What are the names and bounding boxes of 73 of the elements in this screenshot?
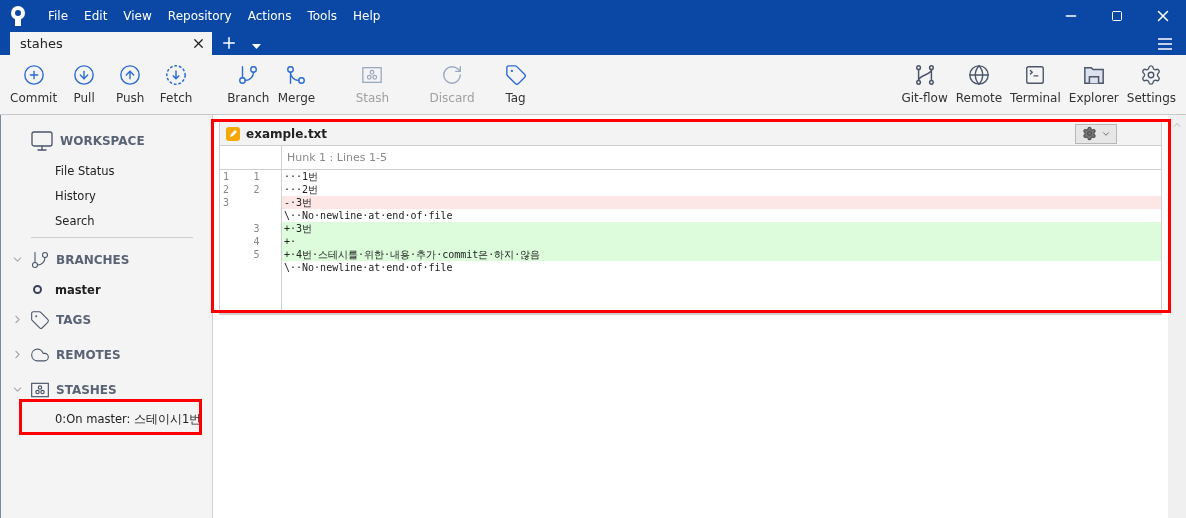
file-name: example.txt (246, 126, 329, 141)
menu-item[interactable]: View (115, 9, 160, 23)
toolbar-button[interactable]: Terminal (1006, 64, 1065, 105)
sidebar-section-header[interactable]: WORKSPACE (1, 123, 212, 158)
close-icon[interactable] (191, 36, 206, 51)
branch-icon (237, 64, 260, 86)
sidebar-section-header[interactable]: BRANCHES (1, 242, 212, 277)
sidebar-item[interactable]: History (1, 183, 212, 208)
toolbar-button[interactable]: Branch (223, 64, 274, 105)
code-text: +·3번 (283, 222, 313, 235)
sidebar-section-header[interactable]: REMOTES (1, 337, 212, 372)
menu-item[interactable]: Repository (159, 9, 240, 23)
toolbar-button[interactable]: Push (107, 64, 154, 105)
current-branch-icon (33, 285, 42, 294)
terminal-icon (1024, 64, 1047, 86)
folder-icon (1082, 64, 1105, 86)
code-text: ···2번 (283, 183, 319, 196)
settings-icon (1140, 64, 1163, 86)
sidebar-item[interactable]: 0:On master: 스테이시1번 (1, 407, 212, 432)
hunk-header: Hunk 1 : Lines 1-5 (286, 151, 387, 164)
menu-item[interactable]: Edit (76, 9, 116, 23)
sidebar-item[interactable]: Search (1, 208, 212, 233)
menu-item[interactable]: Help (345, 9, 389, 23)
line-number: 2 (223, 184, 230, 195)
toolbar-button[interactable]: Merge (273, 64, 320, 105)
toolbar-button[interactable]: Tag (492, 64, 539, 105)
toolbar-button[interactable]: Fetch (153, 64, 200, 105)
code-text: \··No·newline·at·end·of·file (283, 261, 453, 274)
toolbar-button[interactable]: Settings (1122, 64, 1180, 105)
menu-icon[interactable] (1158, 38, 1172, 50)
plus-icon[interactable] (220, 34, 238, 52)
line-number: 3 (253, 223, 260, 234)
code-text: -·3번 (283, 196, 313, 209)
line-number: 3 (223, 197, 230, 208)
merge-icon (285, 64, 308, 86)
stash-icon (361, 64, 384, 86)
toolbar-button[interactable]: Explorer (1064, 64, 1123, 105)
toolbar-button[interactable]: Commit (6, 64, 62, 105)
menu-item[interactable]: File (40, 9, 77, 23)
down-arrow-circle-icon (73, 64, 96, 86)
line-number: 2 (253, 184, 260, 195)
line-number: 4 (253, 236, 260, 247)
gear-icon (1081, 126, 1097, 141)
branch-icon (30, 249, 50, 270)
app-logo-icon (10, 5, 26, 27)
menu-item[interactable]: Tools (299, 9, 346, 23)
pencil-icon (226, 126, 240, 141)
up-arrow-circle-icon (119, 64, 142, 86)
settings-dropdown-button[interactable] (1075, 123, 1117, 144)
repo-tab[interactable]: stahes (10, 32, 212, 55)
plus-circle-icon (22, 64, 45, 86)
sidebar-section-header[interactable]: TAGS (1, 302, 212, 337)
toolbar-button[interactable]: Remote (951, 64, 1007, 105)
git-flow-icon (913, 64, 936, 86)
code-text: +· (283, 235, 297, 248)
toolbar-button[interactable]: Git-flow (897, 64, 952, 105)
sidebar-section-header[interactable]: STASHES (1, 372, 212, 407)
tag-icon (30, 309, 50, 330)
sidebar-item[interactable]: File Status (1, 158, 212, 183)
tag-icon (504, 64, 527, 86)
code-text: +·4번·스테시를·위한·내용·추가·commit은·하지·않음 (283, 248, 541, 261)
caret-icon[interactable] (252, 44, 261, 49)
globe-icon (967, 64, 990, 86)
sidebar-item[interactable]: master (1, 277, 212, 302)
code-text: \··No·newline·at·end·of·file (283, 209, 453, 222)
toolbar-button[interactable]: Pull (61, 64, 108, 105)
code-text: ···1번 (283, 170, 319, 183)
line-number: 5 (253, 249, 260, 260)
menu-item[interactable]: Actions (239, 9, 300, 23)
monitor-icon (30, 128, 54, 153)
undo-icon (441, 64, 464, 86)
line-number: 1 (253, 171, 260, 182)
line-number: 1 (223, 171, 230, 182)
